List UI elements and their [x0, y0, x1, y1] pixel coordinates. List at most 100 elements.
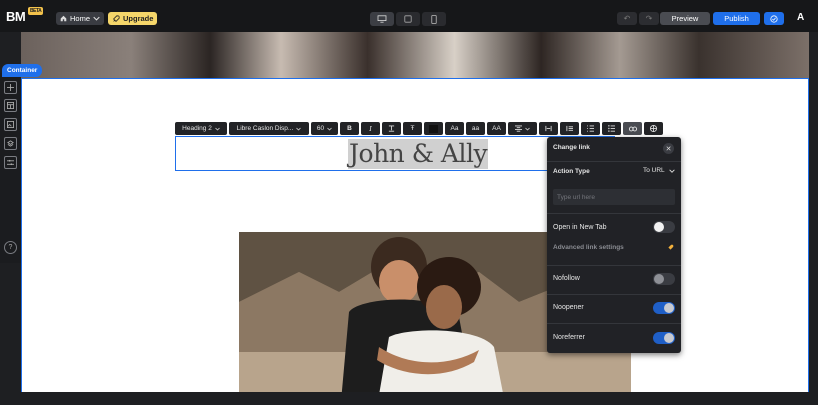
layers-button[interactable]: [4, 137, 17, 150]
divider: [547, 294, 681, 295]
chevron-down-icon: [296, 127, 302, 131]
home-button[interactable]: Home: [56, 12, 105, 25]
font-size-value: 60: [316, 125, 325, 132]
pages-button[interactable]: [4, 99, 17, 112]
change-link-panel: Change link ✕ Action Type To URL Open in…: [547, 137, 681, 353]
toggle-knob: [664, 333, 674, 343]
close-icon: ✕: [665, 145, 672, 153]
publish-button[interactable]: Publish: [713, 12, 760, 25]
ai-assist-button[interactable]: [644, 122, 663, 135]
tablet-view-button[interactable]: [396, 12, 420, 26]
open-new-tab-toggle[interactable]: [653, 221, 675, 233]
sliders-icon: [7, 159, 14, 166]
link-icon: [628, 126, 637, 131]
divider: [547, 323, 681, 324]
chevron-down-icon: [668, 168, 675, 173]
check-circle-icon: [770, 14, 778, 23]
bullet-list-icon: [608, 125, 615, 132]
help-button[interactable]: ?: [4, 241, 17, 254]
text-format-toolbar: Heading 2 Libre Caslon Disp... 60 B I Ŧ …: [175, 122, 663, 135]
home-icon: [60, 15, 67, 22]
container-tag[interactable]: Container: [2, 64, 43, 77]
advanced-settings-icon[interactable]: [667, 244, 675, 253]
beta-badge: BETA: [28, 7, 44, 15]
history-controls: ↶ ↷: [617, 12, 659, 25]
letter-spacing-icon: [545, 125, 552, 132]
text-color-button[interactable]: [424, 122, 443, 135]
settings-button[interactable]: [4, 156, 17, 169]
italic-button[interactable]: I: [361, 122, 380, 135]
upper-case-button[interactable]: AA: [487, 122, 506, 135]
layout-icon: [7, 102, 14, 109]
action-type-select[interactable]: To URL: [643, 167, 677, 174]
upgrade-button[interactable]: Upgrade: [108, 12, 158, 25]
top-bar: BM BETA Home Upgrade ↶ ↷ Preview Publish…: [0, 0, 818, 32]
noopener-toggle[interactable]: [653, 302, 675, 314]
url-input[interactable]: [553, 189, 675, 205]
preview-button[interactable]: Preview: [660, 12, 710, 25]
redo-icon: ↷: [645, 14, 653, 23]
redo-button[interactable]: ↷: [639, 12, 659, 25]
publish-options-button[interactable]: [764, 12, 784, 25]
heading-level-value: Heading 2: [182, 125, 212, 132]
ordered-list-icon: [587, 125, 594, 132]
upgrade-label: Upgrade: [123, 14, 154, 23]
desktop-icon: [377, 15, 387, 23]
undo-icon: ↶: [623, 14, 631, 23]
page-canvas[interactable]: [21, 32, 809, 405]
link-button[interactable]: [623, 122, 642, 135]
divider: [547, 213, 681, 214]
advanced-link-settings-label[interactable]: Advanced link settings: [553, 244, 675, 251]
tablet-icon: [404, 15, 412, 23]
mobile-icon: [431, 14, 437, 24]
rocket-icon: [113, 14, 120, 22]
add-element-button[interactable]: [4, 81, 17, 94]
mobile-view-button[interactable]: [422, 12, 446, 26]
strikethrough-button[interactable]: Ŧ: [403, 122, 422, 135]
ordered-list-button[interactable]: [581, 122, 600, 135]
media-button[interactable]: [4, 118, 17, 131]
layers-icon: [7, 140, 14, 147]
underline-icon: [388, 125, 395, 132]
font-family-select[interactable]: Libre Caslon Disp...: [229, 122, 309, 135]
heading-level-select[interactable]: Heading 2: [175, 122, 227, 135]
letter-spacing-button[interactable]: [539, 122, 558, 135]
left-toolbar: ?: [0, 73, 21, 263]
chevron-down-icon: [93, 16, 100, 21]
avatar[interactable]: A: [797, 12, 804, 23]
line-height-icon: [566, 125, 573, 132]
plus-icon: [7, 84, 14, 91]
color-swatch-icon: [429, 124, 438, 133]
device-switcher: [370, 12, 448, 26]
brand-logo[interactable]: BM BETA: [6, 7, 44, 24]
font-family-value: Libre Caslon Disp...: [236, 125, 294, 132]
hero-image[interactable]: [21, 32, 809, 78]
noreferrer-toggle[interactable]: [653, 332, 675, 344]
lower-case-button[interactable]: aa: [466, 122, 485, 135]
bold-button[interactable]: B: [340, 122, 359, 135]
underline-button[interactable]: [382, 122, 401, 135]
chevron-down-icon: [215, 127, 220, 131]
chevron-down-icon: [327, 127, 332, 131]
title-case-button[interactable]: Aa: [445, 122, 464, 135]
align-center-icon: [515, 125, 522, 132]
heading-text[interactable]: John & Ally: [348, 139, 489, 169]
home-label: Home: [70, 14, 91, 23]
toggle-knob: [654, 274, 664, 284]
image-icon: [7, 121, 14, 128]
toggle-knob: [654, 222, 664, 232]
toggle-knob: [664, 303, 674, 313]
close-panel-button[interactable]: ✕: [663, 143, 674, 154]
nofollow-toggle[interactable]: [653, 273, 675, 285]
chevron-down-icon: [525, 127, 530, 131]
help-icon: ?: [8, 244, 13, 251]
divider: [547, 161, 681, 162]
font-size-select[interactable]: 60: [311, 122, 338, 135]
align-select[interactable]: [508, 122, 537, 135]
divider: [547, 265, 681, 266]
undo-button[interactable]: ↶: [617, 12, 637, 25]
line-height-button[interactable]: [560, 122, 579, 135]
desktop-view-button[interactable]: [370, 12, 394, 26]
logo-text: BM: [6, 9, 26, 24]
bullet-list-button[interactable]: [602, 122, 621, 135]
